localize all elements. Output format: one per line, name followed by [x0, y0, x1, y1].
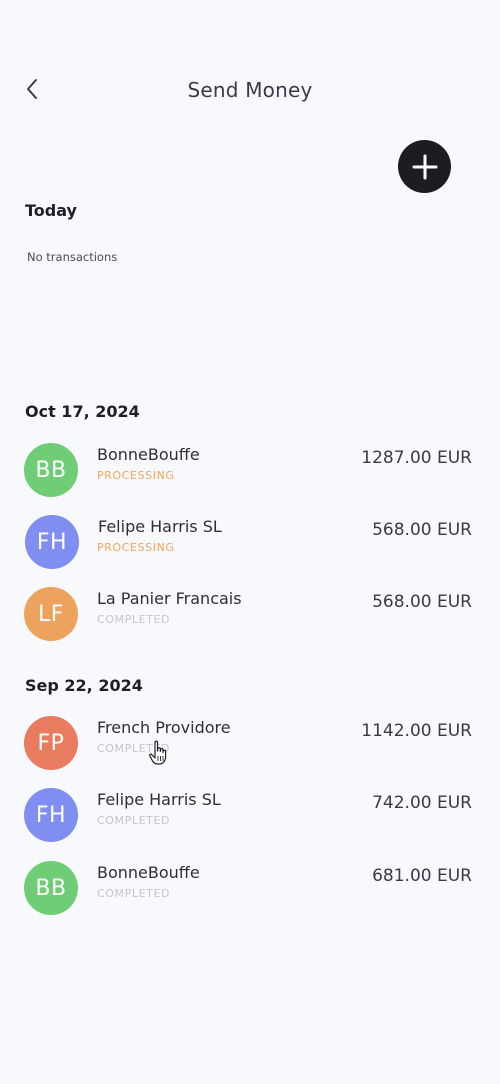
recipient-name: BonneBouffe — [97, 863, 200, 882]
avatar: BB — [24, 861, 78, 915]
page-title: Send Money — [187, 78, 313, 102]
recipient-name: Felipe Harris SL — [98, 517, 222, 536]
transaction-amount: 568.00 EUR — [372, 592, 472, 612]
transaction-amount: 681.00 EUR — [372, 866, 472, 886]
empty-state-text: No transactions — [27, 250, 118, 264]
transaction-row[interactable]: LF La Panier Francais COMPLETED 568.00 E… — [0, 581, 500, 647]
status-badge: COMPLETED — [97, 814, 171, 827]
transaction-row[interactable]: FH Felipe Harris SL COMPLETED 742.00 EUR — [0, 782, 500, 848]
transaction-amount: 742.00 EUR — [372, 793, 472, 813]
status-badge: COMPLETED — [97, 613, 171, 626]
avatar: FH — [25, 515, 79, 569]
avatar: FP — [24, 716, 78, 770]
transaction-amount: 1142.00 EUR — [361, 721, 472, 741]
status-badge: PROCESSING — [97, 541, 175, 554]
avatar: FH — [24, 788, 78, 842]
transaction-amount: 568.00 EUR — [372, 520, 472, 540]
avatar: BB — [24, 443, 78, 497]
transaction-amount: 1287.00 EUR — [361, 448, 472, 468]
transaction-row[interactable]: BB BonneBouffe PROCESSING 1287.00 EUR — [0, 437, 500, 503]
recipient-name: Felipe Harris SL — [97, 790, 221, 809]
recipient-name: BonneBouffe — [97, 445, 200, 464]
section-title-oct-17: Oct 17, 2024 — [25, 402, 140, 421]
add-transaction-button[interactable] — [398, 140, 451, 193]
status-badge: PROCESSING — [97, 469, 175, 482]
plus-icon — [412, 154, 437, 179]
transaction-row[interactable]: FH Felipe Harris SL PROCESSING 568.00 EU… — [0, 509, 500, 575]
avatar: LF — [24, 587, 78, 641]
status-badge: COMPLETED — [97, 887, 171, 900]
transaction-row[interactable]: BB BonneBouffe COMPLETED 681.00 EUR — [0, 855, 500, 921]
recipient-name: La Panier Francais — [97, 589, 242, 608]
transaction-row[interactable]: FP French Providore COMPLETED 1142.00 EU… — [0, 710, 500, 776]
section-title-today: Today — [25, 201, 77, 220]
status-badge: COMPLETED — [97, 742, 171, 755]
recipient-name: French Providore — [97, 718, 231, 737]
section-title-sep-22: Sep 22, 2024 — [25, 676, 143, 695]
header: Send Money — [0, 0, 500, 193]
